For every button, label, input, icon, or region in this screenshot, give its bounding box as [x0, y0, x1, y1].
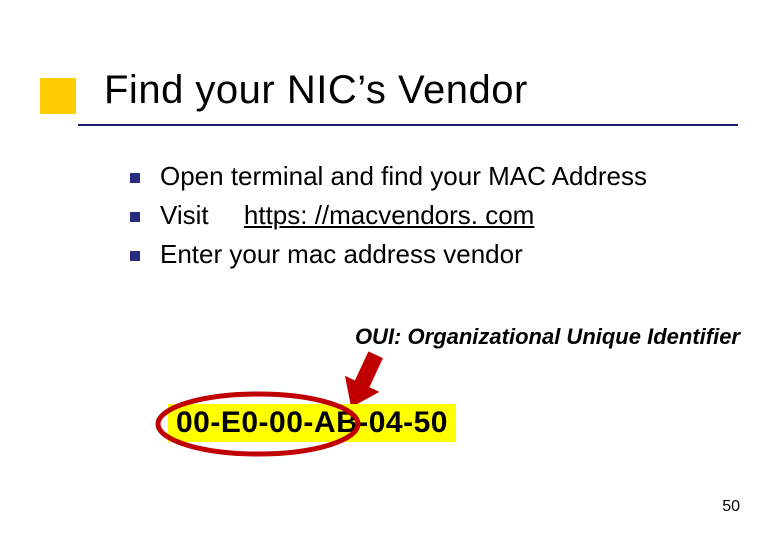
oui-caption: OUI: Organizational Unique Identifier [355, 324, 740, 350]
list-item: Open terminal and find your MAC Address [130, 159, 780, 194]
slide-title-area: Find your NIC’s Vendor [0, 0, 780, 113]
mac-highlight: 00-E0-00-AB-04-50 [168, 404, 456, 442]
bullet-list: Open terminal and find your MAC Address … [0, 159, 780, 272]
mac-address-text: 00-E0-00-AB-04-50 [176, 406, 448, 439]
slide-title: Find your NIC’s Vendor [104, 68, 780, 113]
list-item: Enter your mac address vendor [130, 237, 780, 272]
bullet-prefix: Visit [160, 200, 209, 230]
list-item: Visit https: //macvendors. com [130, 198, 780, 233]
oui-acronym: OUI: [355, 324, 401, 349]
bullet-text: Open terminal and find your MAC Address [160, 159, 647, 194]
mac-address-block: 00-E0-00-AB-04-50 [168, 404, 456, 442]
oui-expansion: Organizational Unique Identifier [408, 324, 740, 349]
square-bullet-icon [130, 251, 140, 261]
title-accent-square [40, 78, 76, 114]
title-underline [78, 124, 738, 126]
bullet-text: Visit https: //macvendors. com [160, 198, 534, 233]
page-number: 50 [722, 498, 740, 516]
square-bullet-icon [130, 212, 140, 222]
bullet-text: Enter your mac address vendor [160, 237, 523, 272]
bullet-link[interactable]: https: //macvendors. com [244, 200, 534, 230]
square-bullet-icon [130, 173, 140, 183]
